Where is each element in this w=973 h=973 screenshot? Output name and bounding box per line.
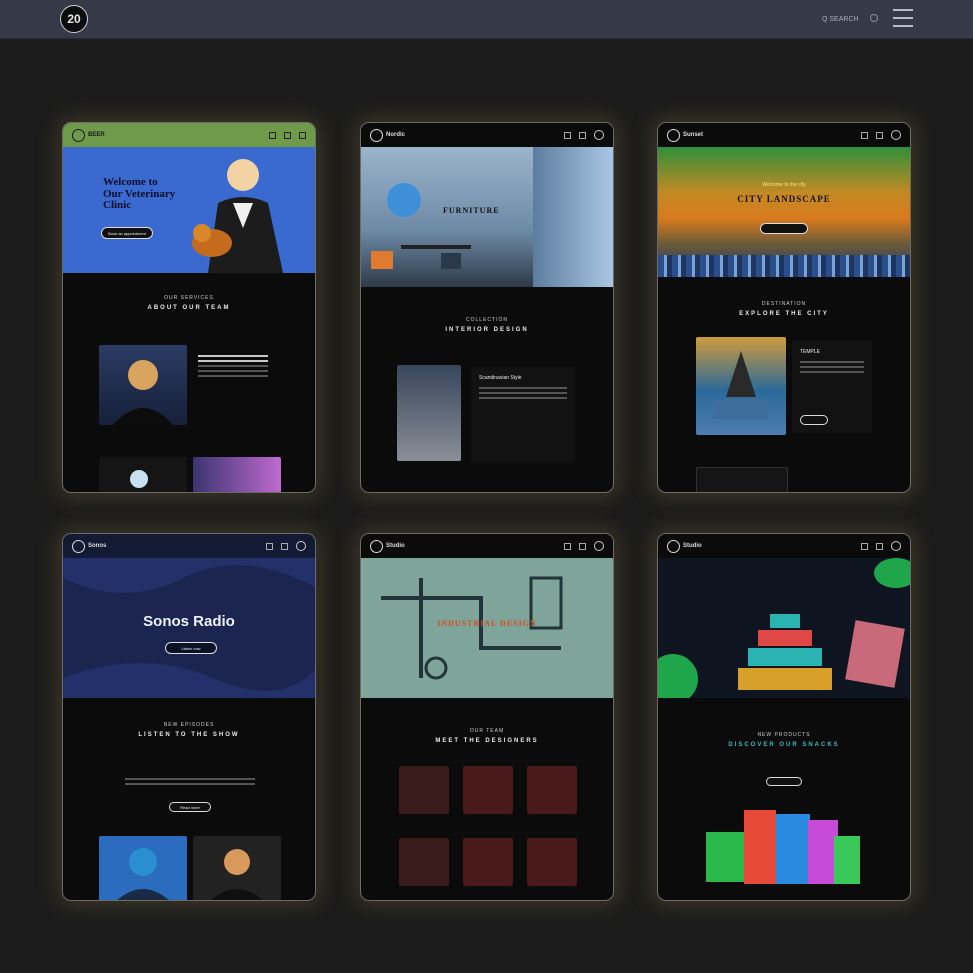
- feature-button[interactable]: [800, 415, 828, 425]
- section-button[interactable]: [766, 777, 802, 786]
- card-nav: Studio: [361, 534, 613, 558]
- hero-button[interactable]: Book an appointment: [101, 227, 153, 239]
- designer-photo: [399, 766, 449, 814]
- temple-photo: [696, 337, 786, 435]
- feature-card: TEMPLE: [792, 341, 872, 433]
- card-brand: Studio: [386, 543, 405, 549]
- card-hero: Welcome to Our Veterinary Clinic Book an…: [63, 147, 315, 273]
- green-circle-shape: [658, 654, 698, 698]
- feature-title: TEMPLE: [800, 349, 821, 355]
- card-nav: Studio: [658, 534, 910, 558]
- hamburger-menu-icon[interactable]: [893, 9, 913, 27]
- template-card-furniture[interactable]: Nordic FURNITURE COLLECTION INTERIOR DES…: [360, 122, 614, 493]
- skyline-shape: [658, 255, 910, 277]
- card-nav: BEER: [63, 123, 315, 147]
- section-kicker: COLLECTION: [466, 317, 508, 323]
- section-title: LISTEN TO THE SHOW: [138, 732, 240, 738]
- template-card-sonos[interactable]: Sonos Sonos Radio Listen now NEW EPISODE…: [62, 533, 316, 901]
- template-card-snacks[interactable]: Studio NEW PRODUCTS DISCOVER OUR SNACKS: [657, 533, 911, 901]
- feature-title: Scandinavian Style: [479, 375, 522, 381]
- hero-kicker: Welcome to the city: [762, 182, 806, 188]
- card-hero: [658, 558, 910, 698]
- hero-title: INDUSTRIAL DESIGN: [437, 619, 537, 628]
- designer-photo: [399, 838, 449, 886]
- designer-photo: [463, 838, 513, 886]
- designer-photo: [527, 838, 577, 886]
- team-text: [198, 355, 268, 380]
- section-kicker: OUR SERVICES: [164, 295, 214, 301]
- card-nav: Sunset: [658, 123, 910, 147]
- card-brand: Sunset: [683, 132, 704, 138]
- section-title: EXPLORE THE CITY: [739, 311, 829, 317]
- doctor-illustration: [192, 159, 283, 273]
- language-icon[interactable]: [870, 14, 878, 22]
- hero-title: Welcome to Our Veterinary Clinic: [103, 176, 176, 212]
- template-card-veterinary[interactable]: BEER Welcome to Our Veterinary Clinic Bo…: [62, 122, 316, 493]
- hero-button[interactable]: Listen now: [165, 642, 217, 654]
- card-brand: BEER: [88, 132, 105, 138]
- search-button[interactable]: Q SEARCH: [822, 12, 859, 26]
- search-label: Q SEARCH: [822, 15, 859, 23]
- team-photo: [99, 345, 187, 425]
- top-nav-bar: 20 Q SEARCH: [0, 0, 973, 39]
- section-kicker: OUR TEAM: [469, 728, 505, 734]
- card-brand: Sonos: [88, 543, 107, 549]
- card-hero: Welcome to the city CITY LANDSCAPE: [658, 147, 910, 277]
- hero-button[interactable]: [760, 223, 808, 234]
- gallery-photo: [99, 457, 187, 492]
- card-brand: Studio: [683, 543, 702, 549]
- section-kicker: DESTINATION: [761, 301, 807, 307]
- interior-photo: [397, 365, 461, 461]
- template-card-city[interactable]: Sunset Welcome to the city CITY LANDSCAP…: [657, 122, 911, 493]
- section-title: DISCOVER OUR SNACKS: [728, 742, 840, 748]
- designer-photo: [463, 766, 513, 814]
- gallery-photo: [696, 467, 788, 492]
- card-hero: Sonos Radio Listen now: [63, 558, 315, 698]
- body-text: [125, 778, 255, 788]
- card-brand: Nordic: [386, 132, 406, 138]
- section-kicker: NEW PRODUCTS: [757, 732, 811, 738]
- host-photo: [99, 836, 187, 900]
- host-photo: [193, 836, 281, 900]
- gallery-photo: [193, 457, 281, 492]
- site-logo[interactable]: 20: [60, 5, 88, 33]
- card-nav: Nordic: [361, 123, 613, 147]
- section-title: MEET THE DESIGNERS: [435, 738, 539, 744]
- template-card-industrial[interactable]: Studio INDUSTRIAL DESIGN OUR TEAM MEET T…: [360, 533, 614, 901]
- temple-illustration: [738, 614, 832, 690]
- chairs-illustration: [371, 245, 471, 269]
- card-hero: FURNITURE: [361, 147, 613, 287]
- card-nav: Sonos: [63, 534, 315, 558]
- feature-card: Scandinavian Style: [471, 367, 575, 463]
- hero-title: Sonos Radio: [143, 613, 235, 630]
- designer-photo: [527, 766, 577, 814]
- hero-title: CITY LANDSCAPE: [737, 194, 831, 204]
- hero-title: FURNITURE: [443, 206, 500, 215]
- green-circle-shape: [874, 558, 910, 588]
- body-button[interactable]: Read more: [169, 802, 211, 812]
- pendant-lamp-shape: [387, 183, 421, 217]
- card-hero: INDUSTRIAL DESIGN: [361, 558, 613, 698]
- section-title: INTERIOR DESIGN: [445, 327, 529, 333]
- pink-shape: [845, 620, 905, 688]
- window-shape: [533, 147, 613, 287]
- section-title: ABOUT OUR TEAM: [147, 305, 231, 311]
- snack-packages-illustration: [706, 810, 860, 884]
- section-kicker: NEW EPISODES: [163, 722, 215, 728]
